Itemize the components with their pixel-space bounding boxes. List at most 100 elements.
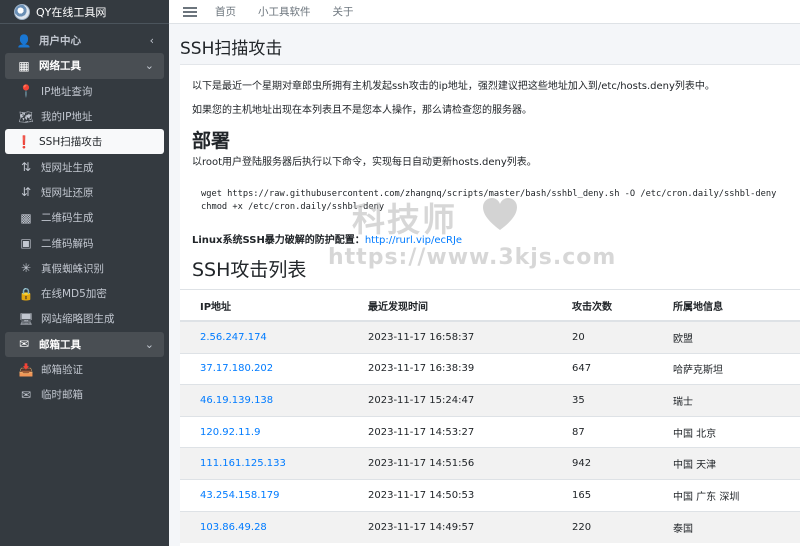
sidebar-item-label: 邮箱验证 [41,364,83,376]
sidebar-item-5[interactable]: ⇅ 短网址生成 [5,154,164,179]
ip-link[interactable]: 46.19.139.138 [200,395,273,406]
cell-location: 中国 天津 [653,447,800,480]
main-content: SSH扫描攻击 以下是最近一个星期对章郎虫所拥有主机发起ssh攻击的ip地址，强… [169,24,800,546]
cell-count: 87 [552,415,653,448]
menu-toggle-icon[interactable] [183,6,197,17]
chevron-down-icon: ⌄ [144,337,154,351]
deploy-heading: 部署 [192,130,231,152]
sidebar-item-11[interactable]: 🖥 网站缩略图生成 [5,306,164,331]
inbox-check-icon: 📥 [18,362,34,377]
sidebar-item-label: 二维码解码 [41,237,94,250]
sidebar-item-8[interactable]: ▣ 二维码解码 [5,230,164,255]
cell-location: 中国 广东 深圳 [653,478,800,512]
sidebar-item-0[interactable]: 👤 用户中心 ‹ [5,28,164,53]
deploy-description: 以root用户登陆服务器后执行以下命令，实现每日自动更新hosts.deny列表… [192,157,537,168]
cell-location: 瑞士 [653,384,800,417]
attack-table: IP地址 最近发现时间 攻击次数 所属地信息 2.56.247.174 2023-… [180,288,800,543]
cell-ip: 111.161.125.133 [180,447,348,480]
protect-config: Linux系统SSH暴力破解的防护配置：http://rurl.vip/ecRJ… [192,231,800,246]
chevron-left-icon: ‹ [149,34,154,48]
cell-time: 2023-11-17 14:53:27 [348,415,552,448]
sidebar-item-label: 短网址还原 [41,186,94,199]
cell-count: 35 [552,384,653,417]
sidebar-item-1[interactable]: ▦ 网络工具 ⌄ [5,53,164,79]
sidebar-item-6[interactable]: ⇵ 短网址还原 [5,180,164,205]
sidebar-item-label: 用户中心 [39,35,81,48]
cell-count: 647 [552,352,653,385]
cell-time: 2023-11-17 15:24:47 [348,384,552,417]
sidebar-item-label: 真假蜘蛛识别 [41,262,104,275]
sidebar-item-7[interactable]: ▩ 二维码生成 [5,205,164,230]
cell-count: 942 [552,447,653,480]
sidebar-item-9[interactable]: ✳ 真假蜘蛛识别 [5,256,164,281]
lock-icon: 🔒 [18,286,34,301]
nav-link-about[interactable]: 关于 [333,4,354,19]
brand-logo-icon [14,3,30,20]
sidebar-item-label: 二维码生成 [41,212,94,225]
table-row: 37.17.180.202 2023-11-17 16:38:39 647 哈萨克斯坦 [180,352,800,385]
cell-location: 泰国 [653,510,800,543]
table-row: 103.86.49.28 2023-11-17 14:49:57 220 泰国 [180,510,800,543]
table-row: 120.92.11.9 2023-11-17 14:53:27 87 中国 北京 [180,415,800,448]
sidebar-item-10[interactable]: 🔒 在线MD5加密 [5,281,164,306]
cell-location: 哈萨克斯坦 [653,352,800,385]
col-header-time: 最近发现时间 [348,288,552,323]
cell-location: 中国 北京 [653,415,800,448]
sidebar-item-4[interactable]: ❗ SSH扫描攻击 [5,129,164,155]
sidebar-nav: 👤 用户中心 ‹ ▦ 网络工具 ⌄ 📍 IP地址查询 🗺 我的IP地址 ❗ SSH扫描攻击 ⇅ 短网址生成… [0,24,169,407]
map-icon: 🗺 [18,109,34,124]
cell-ip: 120.92.11.9 [180,415,348,448]
sidebar-item-label: 在线MD5加密 [41,288,107,301]
cell-time: 2023-11-17 14:50:53 [348,478,552,512]
sidebar-item-label: 网络工具 [39,60,81,73]
page-title: SSH扫描攻击 [180,39,283,59]
cell-time: 2023-11-17 14:49:57 [348,510,552,543]
intro-text: 以下是最近一个星期对章郎虫所拥有主机发起ssh攻击的ip地址，强烈建议把这些地址… [192,81,715,92]
mail-icon: ✉ [20,387,32,402]
cell-time: 2023-11-17 16:58:37 [348,320,552,354]
attack-list-heading: SSH攻击列表 [192,258,307,281]
ip-link[interactable]: 120.92.11.9 [200,427,260,438]
ip-link[interactable]: 103.86.49.28 [200,522,267,533]
table-row: 46.19.139.138 2023-11-17 15:24:47 35 瑞士 [180,384,800,417]
user-icon: 👤 [16,33,32,48]
cell-ip: 103.86.49.28 [180,510,348,543]
protect-label: Linux系统SSH暴力破解的防护配置： [192,234,365,246]
sort-amount-icon: ⇅ [20,160,32,175]
sidebar-item-12[interactable]: ✉ 邮箱工具 ⌄ [5,331,164,357]
chevron-down-icon: ⌄ [144,59,154,73]
ip-link[interactable]: 111.161.125.133 [200,458,286,469]
sidebar-item-14[interactable]: ✉ 临时邮箱 [5,382,164,407]
sidebar-item-3[interactable]: 🗺 我的IP地址 [5,104,164,129]
cell-count: 165 [552,478,653,512]
ip-link[interactable]: 2.56.247.174 [200,332,267,343]
col-header-location: 所属地信息 [653,288,800,323]
sidebar: QY在线工具网 👤 用户中心 ‹ ▦ 网络工具 ⌄ 📍 IP地址查询 🗺 我的IP地址 ❗ SSH扫描… [0,0,169,546]
protect-link[interactable]: http://rurl.vip/ecRJe [365,235,462,246]
envelope-icon: ✉ [18,337,30,352]
cell-time: 2023-11-17 16:38:39 [348,352,552,385]
cell-ip: 46.19.139.138 [180,384,348,417]
qrcode-icon: ▩ [20,210,32,225]
sidebar-item-2[interactable]: 📍 IP地址查询 [5,79,164,104]
alert-circle-icon: ❗ [16,134,32,149]
brand[interactable]: QY在线工具网 [0,0,169,24]
table-row: 2.56.247.174 2023-11-17 16:58:37 20 欧盟 [180,320,800,354]
sort-reverse-icon: ⇵ [20,185,32,200]
sidebar-item-13[interactable]: 📥 邮箱验证 [5,357,164,382]
cell-time: 2023-11-17 14:51:56 [348,447,552,480]
sidebar-item-label: 网站缩略图生成 [41,313,115,326]
cell-count: 20 [552,320,653,354]
sidebar-item-label: 我的IP地址 [41,111,93,124]
ip-link[interactable]: 43.254.158.179 [200,490,280,501]
content-card: 以下是最近一个星期对章郎虫所拥有主机发起ssh攻击的ip地址，强烈建议把这些地址… [180,64,800,546]
nav-link-home[interactable]: 首页 [215,4,236,19]
ip-link[interactable]: 37.17.180.202 [200,363,273,374]
qrcode-scan-icon: ▣ [20,236,32,251]
sidebar-item-label: 邮箱工具 [39,338,81,351]
sidebar-item-label: 临时邮箱 [41,389,83,402]
desktop-icon: 🖥 [18,311,34,326]
cell-ip: 43.254.158.179 [180,478,348,512]
deploy-command[interactable]: wget https://raw.githubusercontent.com/z… [192,170,800,215]
nav-link-tools[interactable]: 小工具软件 [258,4,311,19]
